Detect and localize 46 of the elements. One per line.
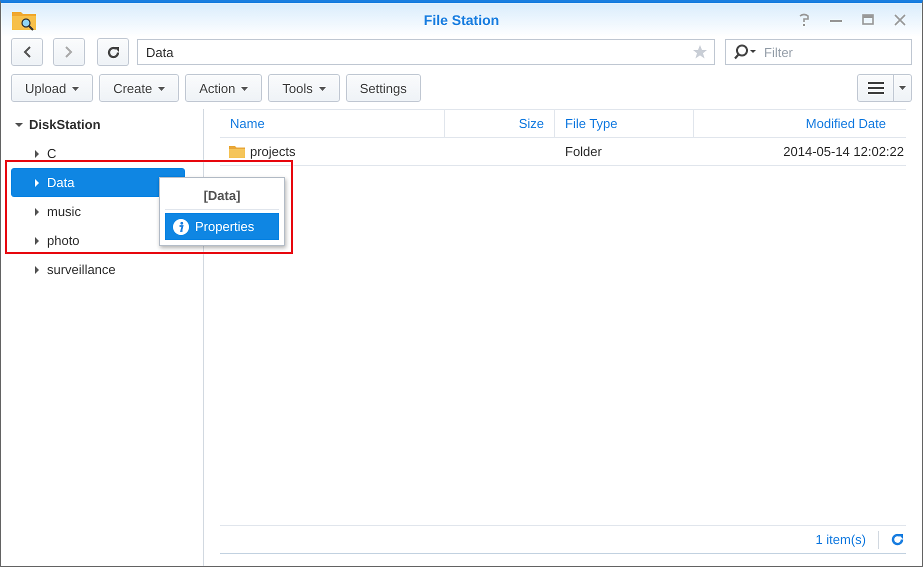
info-icon <box>173 218 189 234</box>
maximize-icon[interactable] <box>862 14 874 26</box>
toolbar-button[interactable]: Create <box>99 74 180 102</box>
caret-icon[interactable] <box>33 178 41 186</box>
column-header[interactable]: Name <box>220 110 445 137</box>
forward-icon <box>65 46 73 58</box>
refresh-button[interactable] <box>97 38 129 66</box>
column-header[interactable]: Modified Date <box>694 110 904 137</box>
star-icon[interactable] <box>692 44 708 60</box>
tree-item[interactable]: surveillance <box>11 255 185 284</box>
filter-field[interactable]: Filter <box>725 39 912 65</box>
column-header[interactable]: Size <box>445 110 555 137</box>
help-icon[interactable] <box>798 13 810 27</box>
menu-item[interactable]: Properties <box>165 213 279 240</box>
item-count: 1 item(s) <box>815 532 866 547</box>
tree-item[interactable]: Data <box>11 168 185 197</box>
toolbar-button[interactable]: Settings <box>346 74 421 102</box>
tree-item[interactable]: DiskStation <box>1 110 203 139</box>
column-header[interactable]: File Type <box>555 110 694 137</box>
caret-icon[interactable] <box>33 236 41 244</box>
refresh-icon[interactable] <box>891 533 904 546</box>
path-field[interactable]: Data <box>137 39 715 65</box>
folder-icon <box>229 145 245 158</box>
caret-icon <box>899 86 906 90</box>
toolbar-button[interactable]: Action <box>185 74 262 102</box>
close-icon[interactable] <box>894 14 906 26</box>
caret-icon[interactable] <box>33 208 41 216</box>
caret-icon[interactable] <box>33 150 41 158</box>
view-dropdown-button[interactable] <box>894 74 912 102</box>
refresh-icon <box>106 46 120 58</box>
table-cell-text: Folder <box>564 143 603 161</box>
list-view-button[interactable] <box>857 74 894 102</box>
menu-icon <box>868 82 884 94</box>
table-cell: projects <box>220 138 445 165</box>
table-cell-text: 2014-05-14 12:02:22 <box>782 143 904 161</box>
caret-icon[interactable] <box>33 266 41 274</box>
search-icon[interactable] <box>733 44 757 60</box>
caret-icon[interactable] <box>15 120 23 128</box>
menu-title: [Data] <box>165 182 279 210</box>
folder-search-icon <box>11 9 37 31</box>
toolbar-button[interactable]: Upload <box>11 74 94 102</box>
back-button[interactable] <box>11 38 43 66</box>
back-icon <box>23 46 31 58</box>
window-title: File Station <box>424 12 500 28</box>
tree-item[interactable]: C <box>11 139 185 168</box>
toolbar-button[interactable]: Tools <box>268 74 340 102</box>
